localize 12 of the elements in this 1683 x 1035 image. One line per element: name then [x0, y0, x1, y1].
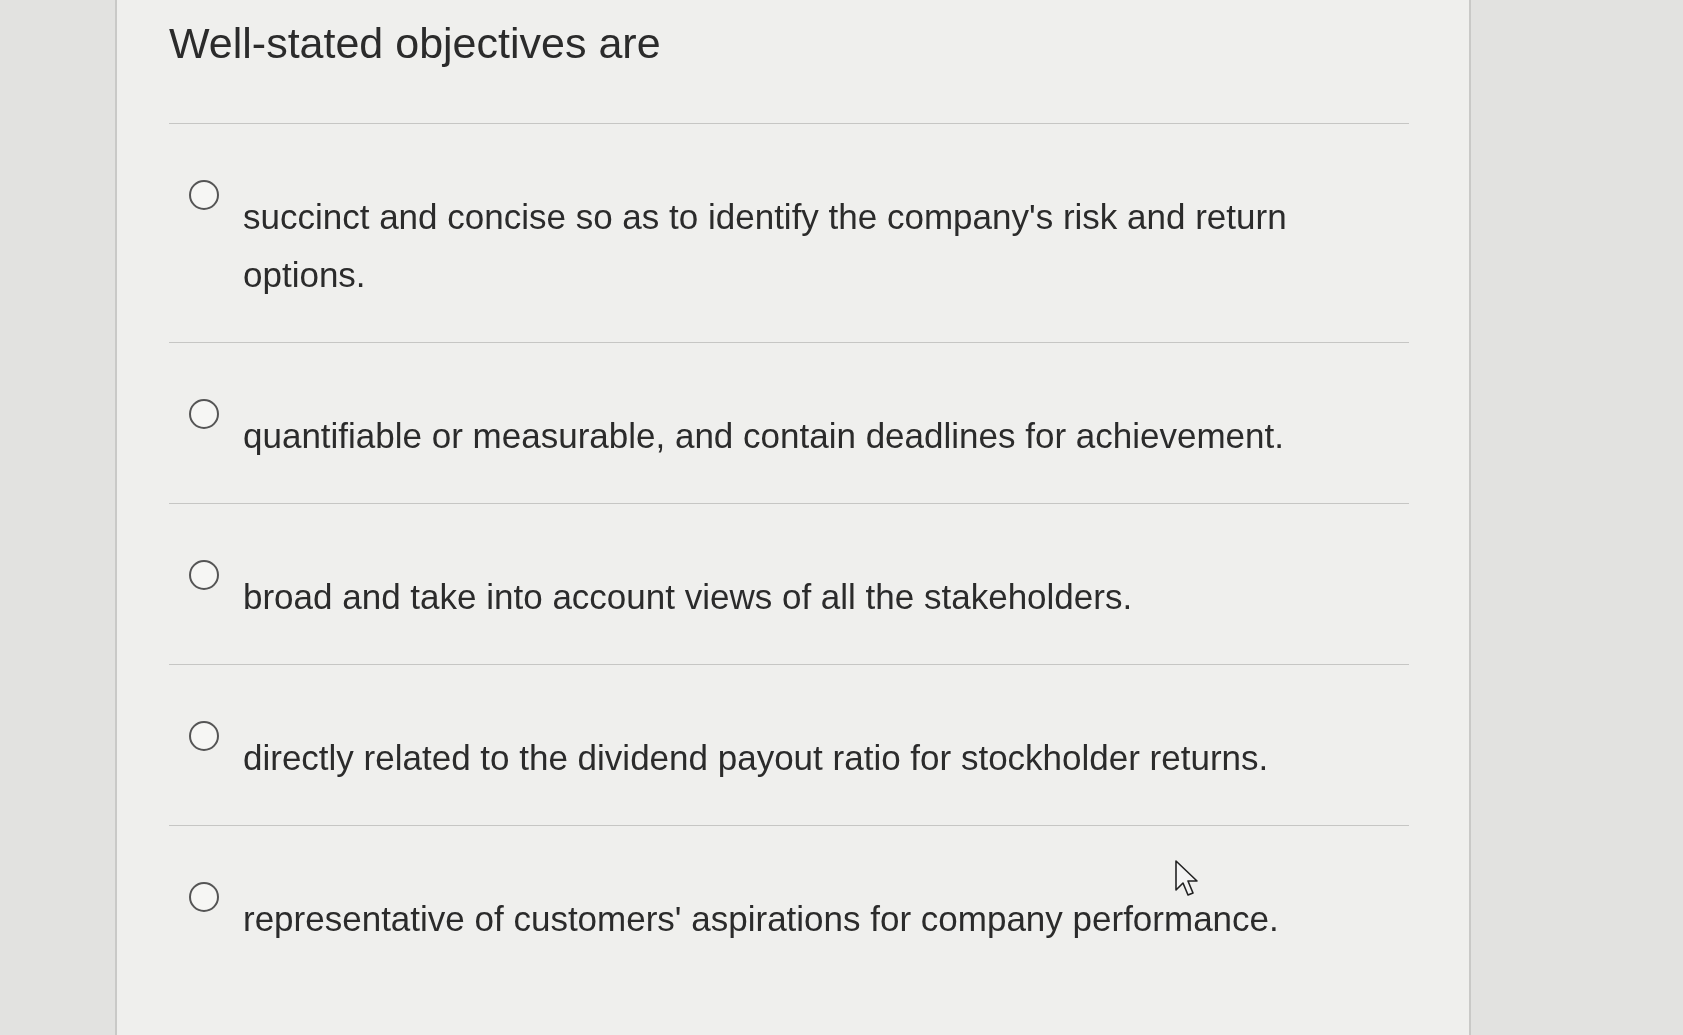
- radio-button[interactable]: [189, 882, 219, 912]
- answer-option-text[interactable]: representative of customers' aspirations for company performance.: [243, 890, 1279, 948]
- answer-option-text[interactable]: directly related to the dividend payout ratio for stockholder returns.: [243, 729, 1269, 787]
- answer-option-text[interactable]: quantifiable or measurable, and contain deadlines for achievement.: [243, 407, 1284, 465]
- radio-button[interactable]: [189, 399, 219, 429]
- mouse-pointer-icon: [1174, 860, 1199, 896]
- question-text: Well-stated objectives are: [169, 18, 662, 68]
- radio-button[interactable]: [189, 721, 219, 751]
- answer-option-text[interactable]: succinct and concise so as to identify the company's risk and return options.: [243, 188, 1373, 304]
- radio-button[interactable]: [189, 560, 219, 590]
- radio-button[interactable]: [189, 180, 219, 210]
- answer-option-text[interactable]: broad and take into account views of all the stakeholders.: [243, 568, 1133, 626]
